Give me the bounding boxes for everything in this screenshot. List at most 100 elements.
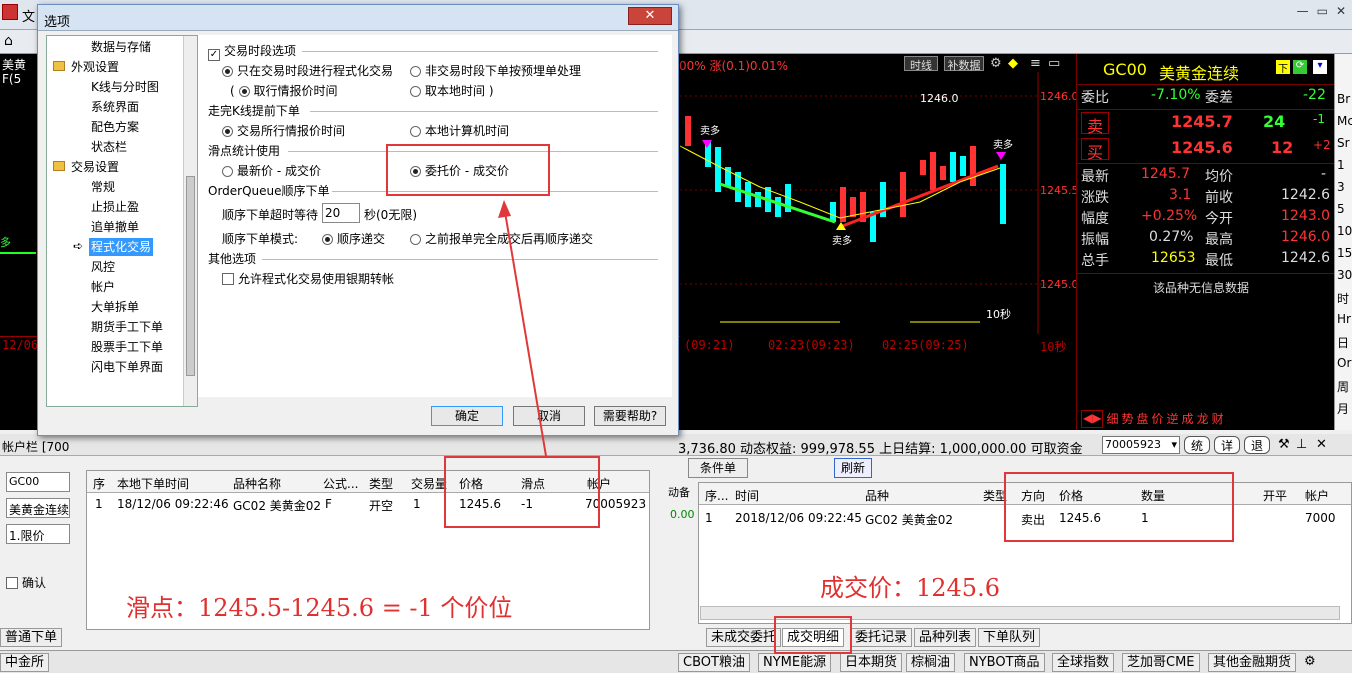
- fill-col-header[interactable]: 时间: [735, 487, 759, 504]
- tree-item[interactable]: 帐户: [91, 278, 115, 296]
- fill-col-header[interactable]: 品种: [865, 487, 889, 504]
- quote-tab[interactable]: 细: [1106, 410, 1118, 428]
- period-item[interactable]: 周: [1337, 378, 1349, 395]
- period-item[interactable]: 10: [1337, 224, 1352, 238]
- account-select[interactable]: 70005923 ▾: [1102, 436, 1180, 454]
- fill-data-button[interactable]: 补数据: [944, 56, 984, 72]
- diamond-icon[interactable]: ◆: [1008, 56, 1018, 71]
- fill-col-header[interactable]: 帐户: [1305, 487, 1329, 504]
- period-item[interactable]: Mc: [1337, 114, 1352, 128]
- chart-menu-icon[interactable]: ≡: [1030, 56, 1041, 71]
- radio-exchange-time[interactable]: 交易所行情报价时间: [222, 123, 345, 139]
- tree-item-selected[interactable]: 程式化交易: [89, 238, 154, 256]
- chart-pin-icon[interactable]: ▭: [1048, 56, 1060, 71]
- fill-col-header[interactable]: 序...: [705, 487, 728, 504]
- tree-item[interactable]: 闪电下单界面: [91, 358, 163, 376]
- tree-item[interactable]: 数据与存储: [91, 38, 151, 56]
- tab-product-list[interactable]: 品种列表: [914, 628, 977, 647]
- buy-row[interactable]: 买 1245.6 12 +2: [1077, 138, 1335, 162]
- period-item[interactable]: 5: [1337, 202, 1345, 216]
- bank-transfer-checkbox[interactable]: 允许程式化交易使用银期转帐: [222, 271, 394, 287]
- tree-item[interactable]: 系统界面: [91, 98, 139, 116]
- radio-quote-time[interactable]: ( 取行情报价时间: [230, 83, 338, 99]
- radio-sequential[interactable]: 顺序递交: [322, 231, 385, 247]
- tree-item[interactable]: 追单撤单: [91, 218, 139, 236]
- radio-trade-in-session[interactable]: 只在交易时段进行程式化交易: [222, 63, 393, 79]
- market-tab[interactable]: 棕榈油: [906, 653, 956, 672]
- account-btn-tui[interactable]: 退: [1244, 436, 1270, 454]
- tab-order-records[interactable]: 委托记录: [850, 628, 913, 647]
- period-item[interactable]: 月: [1337, 400, 1349, 417]
- order-col-header[interactable]: 品种名称: [233, 475, 281, 492]
- refresh-button[interactable]: 刷新: [834, 458, 872, 478]
- home-icon[interactable]: ⌂: [4, 33, 20, 49]
- tree-group[interactable]: 交易设置: [71, 158, 119, 176]
- help-button[interactable]: 需要帮助?: [594, 406, 666, 426]
- period-item[interactable]: Hr: [1337, 312, 1351, 326]
- market-tab[interactable]: NYBOT商品: [964, 653, 1045, 672]
- market-tab[interactable]: NYME能源: [758, 653, 832, 672]
- cond-order-button[interactable]: 条件单: [688, 458, 748, 478]
- fill-col-header[interactable]: 开平: [1263, 487, 1287, 504]
- radio-local-time[interactable]: 取本地时间 ): [410, 83, 494, 99]
- tree-item[interactable]: K线与分时图: [91, 78, 159, 96]
- tree-group[interactable]: 外观设置: [71, 58, 119, 76]
- order-type-select[interactable]: 1.限价: [6, 524, 70, 544]
- tree-scrollbar-thumb[interactable]: [186, 176, 195, 376]
- market-tab[interactable]: 中金所: [0, 653, 50, 672]
- tree-item[interactable]: 大单拆单: [91, 298, 139, 316]
- tab-normal-order[interactable]: 普通下单: [0, 628, 63, 647]
- market-tab[interactable]: 全球指数: [1052, 653, 1115, 672]
- tree-item[interactable]: 常规: [91, 178, 115, 196]
- pin-icon[interactable]: ⊥: [1296, 437, 1307, 452]
- tab-order-queue[interactable]: 下单队列: [978, 628, 1041, 647]
- market-tab[interactable]: 其他金融期货: [1208, 653, 1297, 672]
- market-tab[interactable]: 芝加哥CME: [1122, 653, 1200, 672]
- quote-tab[interactable]: 价: [1152, 410, 1164, 428]
- confirm-checkbox[interactable]: 确认: [6, 574, 46, 591]
- settings-icon[interactable]: ⚙: [990, 56, 1002, 71]
- sell-row[interactable]: 卖 1245.7 24 -1: [1077, 112, 1335, 136]
- quote-tab[interactable]: 逆: [1167, 410, 1179, 428]
- quote-tab[interactable]: 盘: [1137, 410, 1149, 428]
- ok-button[interactable]: 确定: [431, 406, 503, 426]
- quote-dropdown-icon[interactable]: ▾: [1313, 60, 1327, 74]
- quote-tab[interactable]: 势: [1121, 410, 1133, 428]
- period-item[interactable]: 30: [1337, 268, 1352, 282]
- period-item[interactable]: 日: [1337, 334, 1349, 351]
- tree-scrollbar[interactable]: [183, 36, 197, 406]
- tree-item[interactable]: 止损止盈: [91, 198, 139, 216]
- tree-item[interactable]: 状态栏: [91, 138, 127, 156]
- tree-item[interactable]: 配色方案: [91, 118, 139, 136]
- quote-refresh-icon[interactable]: ⟳: [1293, 60, 1307, 74]
- account-btn-tong[interactable]: 统: [1184, 436, 1210, 454]
- order-col-header[interactable]: 类型: [369, 475, 393, 492]
- tree-item[interactable]: 风控: [91, 258, 115, 276]
- cancel-button[interactable]: 取消: [513, 406, 585, 426]
- quote-tab[interactable]: 财: [1212, 410, 1224, 428]
- quote-tab[interactable]: 龙: [1197, 410, 1209, 428]
- quote-tab-prev-icon[interactable]: ◀▶: [1081, 410, 1104, 428]
- tree-item[interactable]: 期货手工下单: [91, 318, 163, 336]
- period-item[interactable]: Sr: [1337, 136, 1350, 150]
- period-item[interactable]: 15: [1337, 246, 1352, 260]
- order-col-header[interactable]: 本地下单时间: [117, 475, 189, 492]
- tree-item[interactable]: 股票手工下单: [91, 338, 163, 356]
- radio-last-minus-fill[interactable]: 最新价 - 成交价: [222, 163, 321, 179]
- close-icon[interactable]: ✕: [1336, 4, 1346, 22]
- quote-tab[interactable]: 成: [1182, 410, 1194, 428]
- market-tab[interactable]: 日本期货: [840, 653, 903, 672]
- dialog-close-button[interactable]: ✕: [628, 7, 672, 25]
- period-item[interactable]: 时: [1337, 290, 1349, 307]
- period-item[interactable]: 3: [1337, 180, 1345, 194]
- timeout-input[interactable]: 20: [322, 203, 360, 223]
- maximize-icon[interactable]: ▭: [1317, 4, 1328, 22]
- period-item[interactable]: 1: [1337, 158, 1345, 172]
- quote-pin-icon[interactable]: 下: [1276, 60, 1290, 75]
- market-tab[interactable]: CBOT粮油: [678, 653, 750, 672]
- order-col-header[interactable]: 公式...: [323, 475, 358, 492]
- order-code-input[interactable]: GC00: [6, 472, 70, 492]
- panel-close-icon[interactable]: ✕: [1316, 437, 1327, 452]
- period-item[interactable]: Or: [1337, 356, 1351, 370]
- order-col-header[interactable]: 交易量: [411, 475, 447, 492]
